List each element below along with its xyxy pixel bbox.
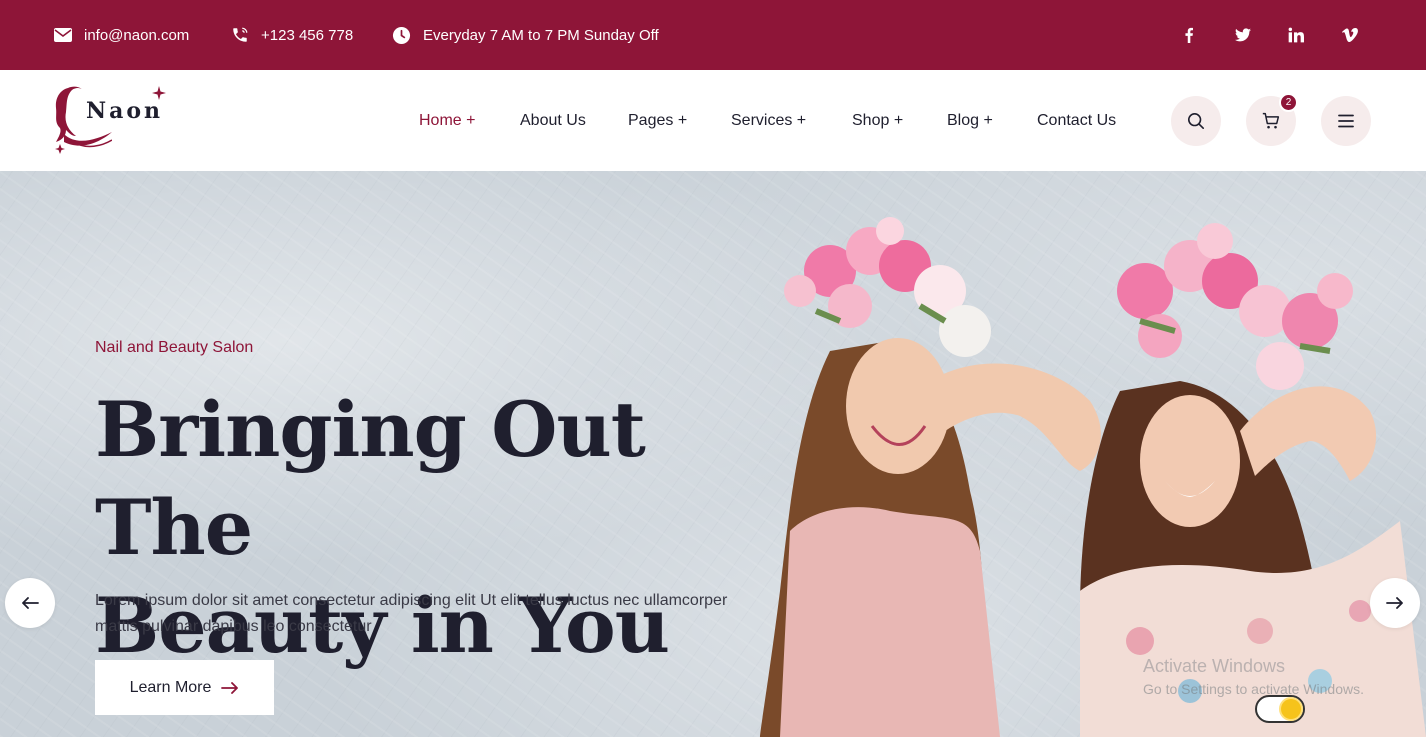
learn-more-label: Learn More bbox=[129, 678, 212, 696]
cart-button[interactable]: 2 bbox=[1246, 93, 1298, 146]
prev-slide-button[interactable] bbox=[5, 578, 55, 628]
hours-info: Everyday 7 AM to 7 PM Sunday Off bbox=[392, 0, 659, 70]
twitter-icon[interactable] bbox=[1231, 0, 1255, 70]
arrow-right-icon bbox=[1386, 597, 1403, 609]
site-logo[interactable]: Naon bbox=[52, 84, 172, 158]
menu-button[interactable] bbox=[1321, 96, 1371, 146]
phone-text: +123 456 778 bbox=[261, 26, 354, 44]
nav-home[interactable]: Home + bbox=[419, 70, 475, 171]
search-icon bbox=[1187, 112, 1205, 130]
logo-text: Naon bbox=[86, 98, 164, 124]
theme-toggle[interactable] bbox=[1255, 695, 1305, 723]
phone-icon bbox=[231, 26, 249, 44]
envelope-icon bbox=[54, 28, 72, 42]
nav-shop[interactable]: Shop + bbox=[852, 70, 903, 171]
search-button[interactable] bbox=[1171, 96, 1221, 146]
arrow-right-icon bbox=[221, 681, 239, 694]
hero-slider: Nail and Beauty Salon Bringing Out The B… bbox=[0, 171, 1426, 737]
email-text: info@naon.com bbox=[84, 26, 190, 44]
hours-text: Everyday 7 AM to 7 PM Sunday Off bbox=[423, 26, 659, 44]
clock-icon bbox=[392, 26, 411, 45]
cart-icon bbox=[1262, 112, 1280, 129]
windows-watermark-title: Activate Windows bbox=[1143, 656, 1286, 676]
main-header: Naon Home + About Us Pages + Services + … bbox=[0, 70, 1426, 171]
hamburger-icon bbox=[1338, 114, 1354, 128]
hero-photo bbox=[760, 217, 1426, 737]
top-bar: info@naon.com +123 456 778 Everyday 7 AM… bbox=[0, 0, 1426, 70]
cart-count-badge: 2 bbox=[1279, 93, 1298, 112]
linkedin-icon[interactable] bbox=[1284, 0, 1308, 70]
vimeo-icon[interactable] bbox=[1338, 0, 1362, 70]
arrow-left-icon bbox=[22, 597, 39, 609]
nav-about-us[interactable]: About Us bbox=[520, 70, 586, 171]
hero-subtitle: Nail and Beauty Salon bbox=[95, 339, 254, 356]
learn-more-button[interactable]: Learn More bbox=[95, 660, 274, 715]
hero-paragraph: Lorem ipsum dolor sit amet consectetur a… bbox=[95, 592, 728, 635]
headline-line-1: Bringing Out The bbox=[95, 385, 646, 572]
email-contact[interactable]: info@naon.com bbox=[54, 0, 189, 70]
nav-contact-us[interactable]: Contact Us bbox=[1037, 70, 1116, 171]
nav-pages[interactable]: Pages + bbox=[628, 70, 687, 171]
facebook-icon[interactable] bbox=[1177, 0, 1201, 70]
sparkle-icon bbox=[152, 86, 166, 100]
sun-icon bbox=[1281, 699, 1301, 719]
nav-blog[interactable]: Blog + bbox=[947, 70, 993, 171]
phone-contact[interactable]: +123 456 778 bbox=[231, 0, 353, 70]
nav-services[interactable]: Services + bbox=[731, 70, 806, 171]
next-slide-button[interactable] bbox=[1370, 578, 1420, 628]
windows-watermark-subtitle: Go to Settings to activate Windows. bbox=[1143, 681, 1364, 697]
